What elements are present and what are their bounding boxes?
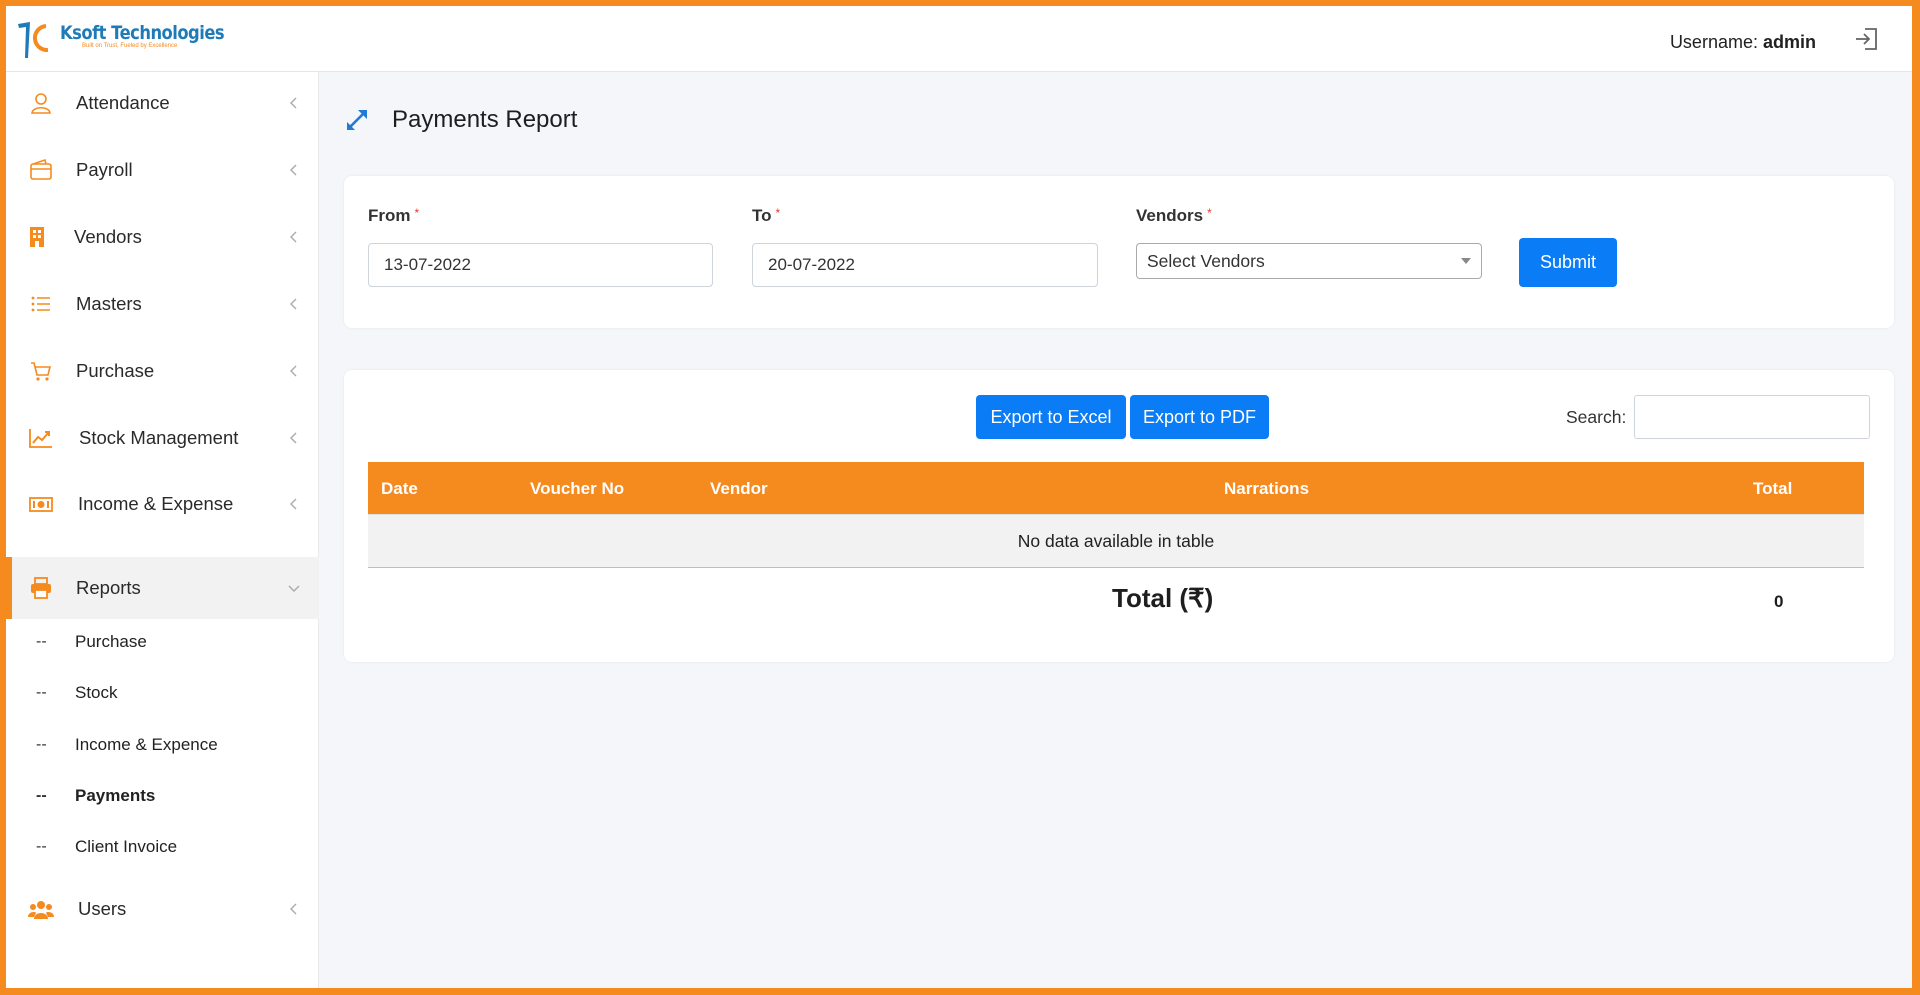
page-header: Payments Report: [344, 106, 577, 134]
sidebar-item-reports[interactable]: Reports: [6, 557, 319, 619]
expand-icon[interactable]: [344, 107, 370, 133]
sub-item-label: Payments: [75, 786, 156, 805]
empty-table-row: No data available in table: [368, 514, 1864, 568]
sidebar-subitem-payments[interactable]: -- Payments: [6, 775, 319, 817]
column-header-vendor[interactable]: Vendor: [710, 479, 768, 499]
page-title: Payments Report: [392, 106, 578, 133]
vendors-select-value: Select Vendors: [1147, 250, 1265, 271]
column-header-narrations[interactable]: Narrations: [1224, 479, 1309, 499]
sidebar-item-label: Users: [78, 898, 127, 919]
chevron-left-icon: [290, 164, 297, 176]
sidebar-item-purchase[interactable]: Purchase: [6, 340, 319, 402]
sub-item-label: Client Invoice: [75, 837, 178, 856]
dropdown-arrow-icon: [1461, 258, 1471, 264]
chevron-left-icon: [290, 903, 297, 915]
username-display: Username: admin: [1670, 32, 1816, 53]
chart-line-icon: [28, 425, 54, 451]
sidebar-item-vendors[interactable]: Vendors: [6, 206, 319, 268]
top-header: Ksoft Technologies Built on Trust, Fuele…: [6, 6, 1912, 72]
table-header: Date Voucher No Vendor Narrations Total: [368, 462, 1864, 514]
sidebar-item-label: Purchase: [76, 360, 155, 381]
user-icon: [28, 90, 54, 116]
sidebar-item-masters[interactable]: Masters: [6, 273, 319, 335]
logout-icon[interactable]: [1852, 24, 1882, 54]
chevron-left-icon: [290, 298, 297, 310]
chevron-left-icon: [290, 432, 297, 444]
sidebar-item-label: Payroll: [76, 159, 133, 180]
username-value: admin: [1762, 32, 1816, 52]
required-mark: *: [414, 206, 420, 220]
sub-dash: --: [36, 787, 47, 804]
sub-dash: --: [36, 736, 47, 753]
building-icon: [24, 224, 50, 250]
sub-dash: --: [36, 684, 47, 701]
sub-dash: --: [36, 633, 47, 650]
sidebar-item-payroll[interactable]: Payroll: [6, 139, 319, 201]
sidebar-subitem-client-invoice[interactable]: -- Client Invoice: [6, 826, 319, 868]
sub-item-label: Stock: [75, 683, 118, 702]
sidebar-item-attendance[interactable]: Attendance: [6, 72, 319, 134]
submit-button[interactable]: Submit: [1519, 238, 1617, 287]
total-value: 0: [1774, 592, 1784, 611]
sidebar-subitem-income-expence[interactable]: -- Income & Expence: [6, 724, 319, 766]
column-header-total[interactable]: Total: [1753, 479, 1792, 499]
logo-mark-icon: [18, 22, 49, 58]
required-mark: *: [775, 206, 781, 220]
sidebar-item-label: Income & Expense: [78, 493, 234, 514]
sidebar-subitem-purchase[interactable]: -- Purchase: [6, 621, 319, 663]
chevron-left-icon: [290, 231, 297, 243]
app-frame: Ksoft Technologies Built on Trust, Fuele…: [6, 6, 1912, 988]
to-label: To *: [752, 206, 780, 226]
chevron-left-icon: [290, 498, 297, 510]
sidebar: Attendance Payroll Vendors Masters Purch…: [6, 72, 319, 988]
sidebar-item-label: Stock Management: [79, 427, 239, 448]
users-icon: [28, 896, 54, 922]
export-excel-button[interactable]: Export to Excel: [976, 395, 1126, 439]
vendors-select[interactable]: Select Vendors: [1136, 243, 1482, 279]
total-label: Total (₹): [1112, 583, 1214, 613]
brand-name: Ksoft Technologies: [60, 22, 225, 44]
from-label-text: From: [368, 206, 411, 225]
filter-card: From* To* Vendors* Select Vendors Submit: [344, 176, 1894, 328]
sub-item-label: Purchase: [75, 632, 147, 651]
vendors-label-text: Vendors: [1136, 206, 1204, 225]
money-icon: [28, 491, 54, 517]
column-header-date[interactable]: Date: [381, 479, 418, 499]
sub-dash: --: [36, 838, 47, 855]
column-header-voucher-no[interactable]: Voucher No: [530, 479, 624, 499]
sidebar-item-stock-management[interactable]: Stock Management: [6, 407, 319, 469]
sidebar-item-label: Reports: [76, 577, 141, 598]
table-card: Export to Excel Export to PDF Search: Da…: [344, 370, 1894, 662]
brand-logo[interactable]: Ksoft Technologies Built on Trust, Fuele…: [16, 18, 251, 60]
vendors-label: Vendors *: [1136, 206, 1212, 226]
list-icon: [28, 291, 54, 317]
sidebar-subitem-stock[interactable]: -- Stock: [6, 672, 319, 714]
printer-icon: [28, 575, 54, 601]
sidebar-item-label: Masters: [76, 293, 142, 314]
to-date-input[interactable]: [752, 243, 1098, 287]
chevron-left-icon: [290, 365, 297, 377]
sidebar-item-users[interactable]: Users: [6, 878, 319, 940]
chevron-left-icon: [290, 97, 297, 109]
from-date-input[interactable]: [368, 243, 713, 287]
wallet-icon: [28, 157, 54, 183]
sidebar-item-label: Attendance: [76, 92, 170, 113]
search-label: Search:: [1566, 407, 1627, 427]
username-label: Username:: [1669, 32, 1758, 52]
chevron-down-icon: [288, 585, 300, 592]
export-pdf-button[interactable]: Export to PDF: [1130, 395, 1269, 439]
from-label: From *: [368, 206, 419, 226]
sidebar-item-label: Vendors: [74, 226, 142, 247]
sub-item-label: Income & Expence: [75, 735, 218, 754]
sidebar-item-income-expense[interactable]: Income & Expense: [6, 473, 319, 535]
search-input[interactable]: [1634, 395, 1870, 439]
cart-icon: [28, 358, 54, 384]
required-mark: *: [1207, 206, 1212, 220]
to-label-text: To: [752, 206, 772, 225]
